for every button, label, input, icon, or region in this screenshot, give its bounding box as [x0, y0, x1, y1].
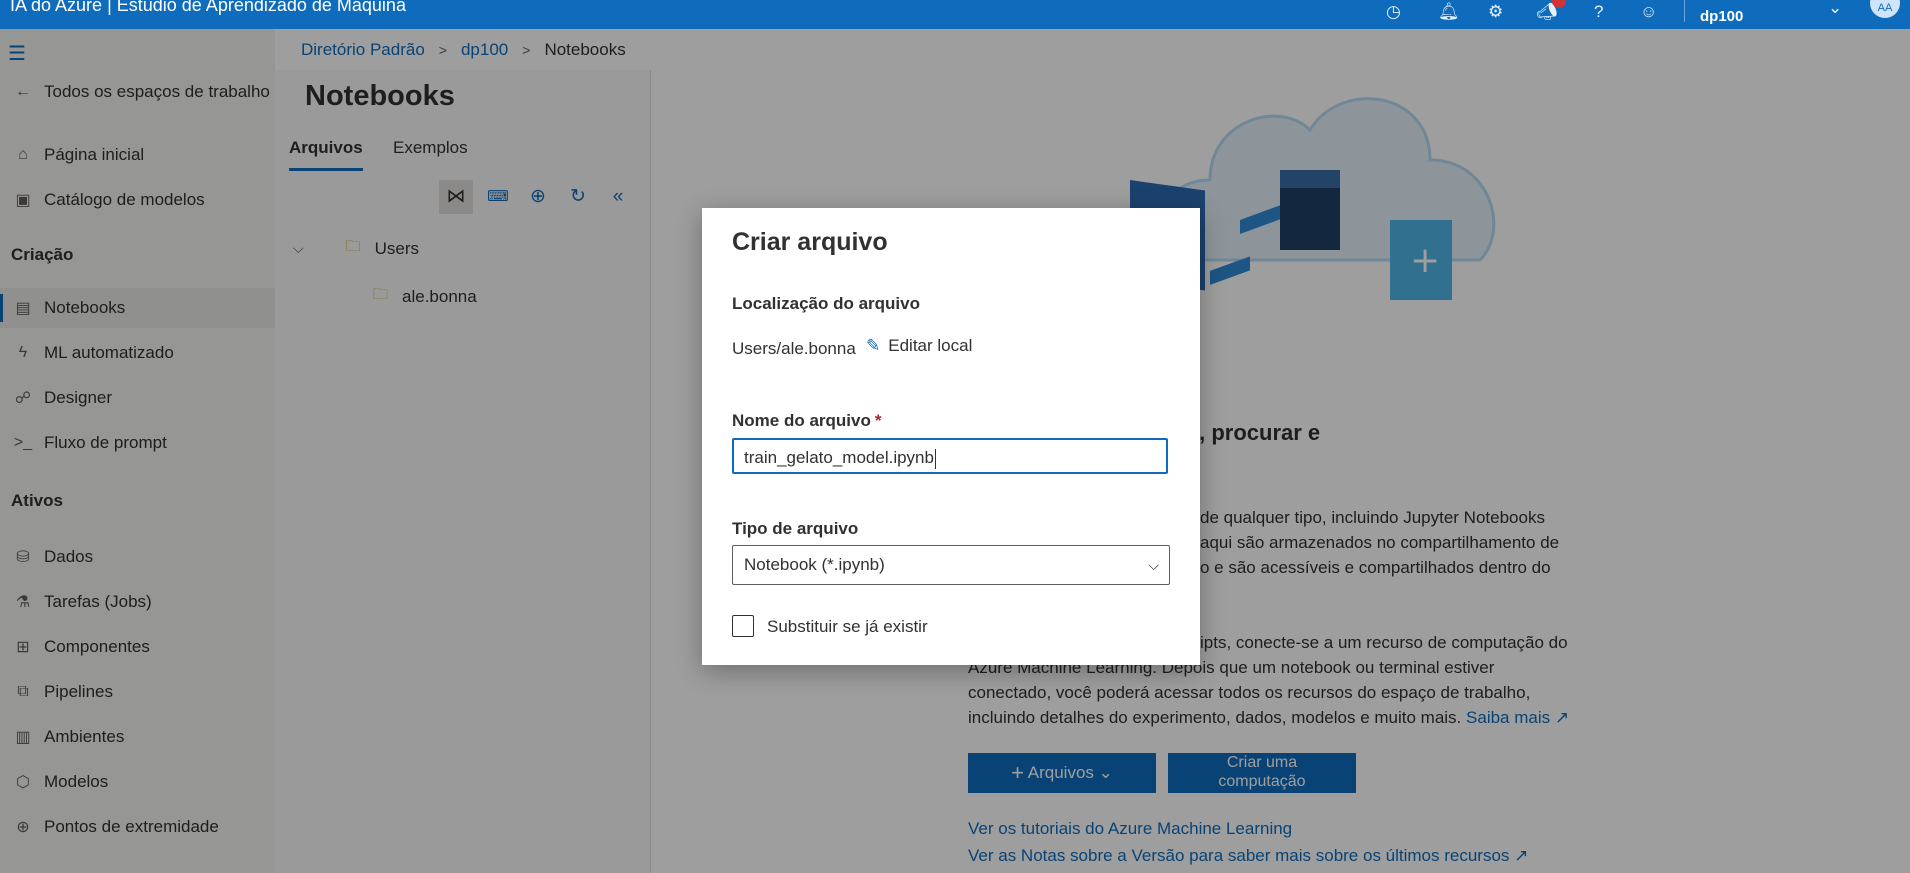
app-title[interactable]: IA do Azure | Estúdio de Aprendizado de …	[10, 0, 406, 16]
create-file-dialog: Criar arquivo Localização do arquivo Use…	[702, 208, 1200, 665]
overwrite-checkbox[interactable]	[732, 615, 754, 637]
overwrite-label[interactable]: Substituir se já existir	[767, 617, 928, 637]
dialog-title: Criar arquivo	[732, 228, 888, 256]
file-type-value: Notebook (*.ipynb)	[744, 555, 885, 574]
notification-badge	[1552, 0, 1566, 8]
bell-icon[interactable]: 🔔︎	[1438, 2, 1460, 22]
help-icon[interactable]: ?	[1594, 2, 1603, 22]
history-icon[interactable]: ◷	[1386, 2, 1401, 22]
chevron-down-icon[interactable]: ⌄	[1828, 0, 1842, 18]
divider	[1684, 0, 1685, 22]
text-caret	[934, 448, 936, 469]
file-type-select[interactable]: Notebook (*.ipynb) ⌵	[732, 545, 1170, 585]
location-value: Users/ale.bonna	[732, 339, 856, 358]
file-name-input[interactable]: train_gelato_model.ipynb	[732, 438, 1168, 474]
required-asterisk: *	[874, 411, 882, 430]
location-label: Localização do arquivo	[732, 294, 920, 313]
chevron-down-icon: ⌵	[1148, 557, 1159, 573]
file-name-label-text: Nome do arquivo	[732, 411, 871, 430]
edit-location-button[interactable]: ✎ Editar local	[866, 336, 972, 356]
file-name-label: Nome do arquivo *	[732, 411, 881, 431]
workspace-name[interactable]: dp100	[1700, 8, 1743, 25]
file-name-value: train_gelato_model.ipynb	[744, 448, 934, 467]
edit-location-label: Editar local	[888, 336, 973, 355]
file-type-label: Tipo de arquivo	[732, 519, 859, 538]
gear-icon[interactable]: ⚙	[1488, 2, 1503, 22]
top-bar: IA do Azure | Estúdio de Aprendizado de …	[0, 0, 1910, 29]
pencil-icon: ✎	[866, 336, 881, 355]
avatar[interactable]: AA	[1870, 0, 1900, 18]
smiley-icon[interactable]: ☺	[1640, 2, 1657, 22]
